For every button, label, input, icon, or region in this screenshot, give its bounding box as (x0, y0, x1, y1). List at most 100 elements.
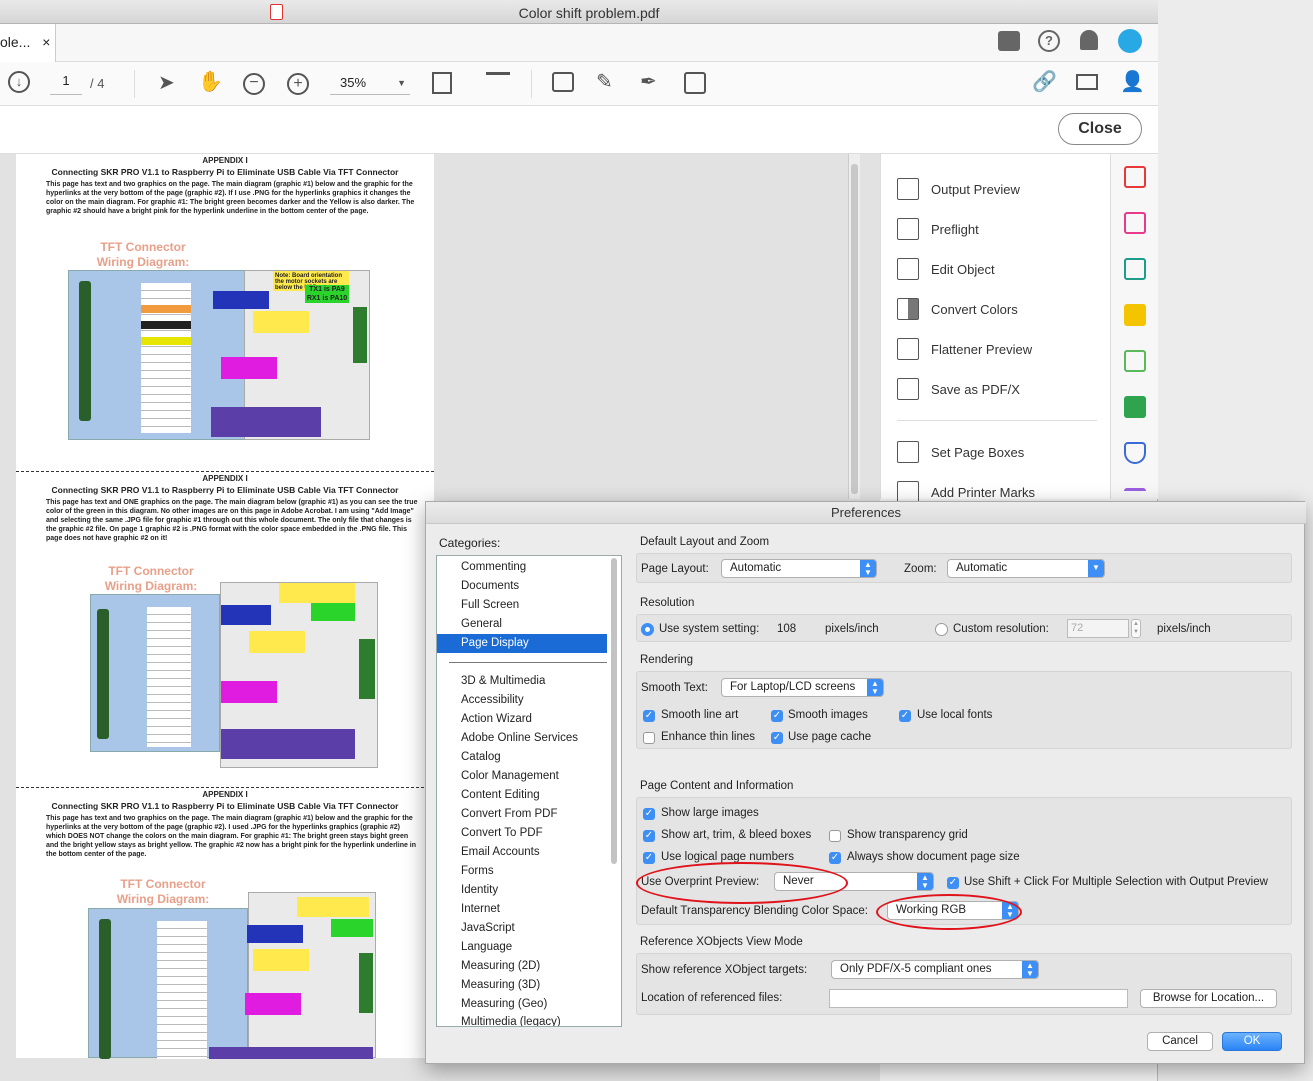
location-input[interactable] (829, 989, 1128, 1008)
category-item[interactable]: Color Management (437, 767, 607, 786)
checkbox-label: Show art, trim, & bleed boxes (661, 829, 812, 841)
xobject-targets-select[interactable]: Only PDF/X-5 compliant ones ▲ ▼ (831, 960, 1039, 979)
zoom-out-icon[interactable]: − (243, 73, 265, 95)
smooth-line-art-checkbox[interactable]: ✓ (643, 710, 655, 722)
document-tab[interactable]: ole... × (0, 24, 56, 62)
zoom-select[interactable]: 35% ▼ (330, 73, 410, 95)
sticky-note-icon[interactable] (552, 72, 574, 92)
show-art-trim-checkbox[interactable]: ✓ (643, 830, 655, 842)
flattener-preview-icon (897, 338, 919, 360)
export-pdf-icon[interactable] (1124, 258, 1146, 280)
category-item[interactable]: Forms (437, 862, 607, 881)
shift-click-checkbox[interactable]: ✓ (947, 877, 959, 889)
flattener-preview-item[interactable]: Flattener Preview (897, 337, 1032, 361)
organize-pages-icon[interactable] (1124, 212, 1146, 234)
document-scrollbar[interactable] (848, 154, 860, 499)
smooth-images-checkbox[interactable]: ✓ (771, 710, 783, 722)
category-item[interactable]: Documents (437, 577, 607, 596)
system-setting-radio[interactable] (641, 623, 654, 636)
checkbox-label: Use page cache (788, 731, 872, 743)
page-layout-select[interactable]: Automatic ▲ ▼ (721, 559, 877, 578)
select-value: Only PDF/X-5 compliant ones (840, 963, 992, 975)
cancel-button[interactable]: Cancel (1147, 1032, 1213, 1051)
highlight-pen-icon[interactable]: ✎ (596, 70, 613, 94)
chevron-down-icon: ▼ (1088, 560, 1104, 577)
edit-object-item[interactable]: Edit Object (897, 257, 995, 281)
resolution-group: Use system setting: 108 pixels/inch Cust… (636, 614, 1292, 642)
protect-shield-icon[interactable] (1124, 442, 1146, 464)
comment-tool-icon[interactable] (1124, 304, 1146, 326)
item-label: Save as PDF/X (931, 381, 1020, 397)
save-pdfx-item[interactable]: Save as PDF/X (897, 377, 1020, 401)
category-item[interactable]: Convert To PDF (437, 824, 607, 843)
email-icon[interactable] (1076, 74, 1098, 90)
category-item[interactable]: Action Wizard (437, 710, 607, 729)
category-item[interactable]: 3D & Multimedia (437, 672, 607, 691)
category-item[interactable]: Measuring (2D) (437, 957, 607, 976)
use-page-cache-checkbox[interactable]: ✓ (771, 732, 783, 744)
comment-icon[interactable] (998, 31, 1020, 51)
next-page-icon[interactable]: ↓ (8, 71, 30, 93)
always-show-page-size-checkbox[interactable]: ✓ (829, 852, 841, 864)
scrollbar-thumb[interactable] (851, 164, 858, 494)
add-user-icon[interactable]: 👤 (1120, 70, 1145, 94)
avatar[interactable] (1118, 29, 1142, 53)
edit-stamp-icon[interactable] (684, 72, 706, 94)
category-item[interactable]: Commenting (437, 558, 607, 577)
close-tool-button[interactable]: Close (1058, 113, 1142, 145)
enhance-thin-lines-checkbox[interactable] (643, 732, 655, 744)
category-item[interactable]: Measuring (Geo) (437, 995, 607, 1014)
categories-scrollbar[interactable] (611, 558, 617, 864)
category-item[interactable]: Adobe Online Services (437, 729, 607, 748)
category-item[interactable]: Accessibility (437, 691, 607, 710)
convert-colors-item[interactable]: Convert Colors (897, 297, 1018, 321)
category-item[interactable]: Language (437, 938, 607, 957)
category-item[interactable]: Email Accounts (437, 843, 607, 862)
hand-tool-icon[interactable]: ✋ (198, 70, 223, 94)
use-logical-page-numbers-checkbox[interactable]: ✓ (643, 852, 655, 864)
categories-list[interactable]: Commenting Documents Full Screen General… (436, 555, 622, 1027)
category-item-selected[interactable]: Page Display (437, 634, 607, 653)
page-number-input[interactable]: 1 (50, 73, 82, 95)
category-item[interactable]: Content Editing (437, 786, 607, 805)
pdf-page: APPENDIX I Connecting SKR PRO V1.1 to Ra… (16, 154, 434, 1059)
category-item[interactable]: Multimedia (legacy) (437, 1014, 607, 1026)
set-page-boxes-item[interactable]: Set Page Boxes (897, 440, 1024, 464)
output-preview-item[interactable]: Output Preview (897, 177, 1020, 201)
zoom-select[interactable]: Automatic ▼ (947, 559, 1105, 578)
link-icon[interactable]: 🔗 (1032, 70, 1057, 94)
annotation-oval (636, 862, 848, 904)
scroll-mode-icon[interactable] (486, 72, 510, 94)
print-production-icon[interactable] (1124, 396, 1146, 418)
category-item[interactable]: Catalog (437, 748, 607, 767)
category-item[interactable]: Full Screen (437, 596, 607, 615)
browse-location-button[interactable]: Browse for Location... (1140, 989, 1277, 1008)
bell-icon[interactable] (1080, 30, 1098, 50)
resolution-stepper[interactable]: ▲ ▼ (1131, 619, 1141, 638)
item-label: Add Printer Marks (931, 484, 1036, 500)
zoom-in-icon[interactable]: + (287, 73, 309, 95)
select-arrow-icon[interactable]: ➤ (158, 71, 175, 95)
fit-page-icon[interactable] (432, 72, 452, 94)
preflight-item[interactable]: Preflight (897, 217, 979, 241)
category-item[interactable]: Internet (437, 900, 607, 919)
show-transparency-grid-checkbox[interactable] (829, 830, 841, 842)
fill-sign-icon[interactable] (1124, 488, 1146, 498)
custom-resolution-input[interactable]: 72 (1067, 619, 1129, 638)
show-large-images-checkbox[interactable]: ✓ (643, 808, 655, 820)
ok-button[interactable]: OK (1222, 1032, 1282, 1051)
category-item[interactable]: General (437, 615, 607, 634)
category-item[interactable]: Convert From PDF (437, 805, 607, 824)
category-item[interactable]: JavaScript (437, 919, 607, 938)
custom-resolution-radio[interactable] (935, 623, 948, 636)
help-icon[interactable]: ? (1038, 30, 1060, 52)
annotation-oval (876, 894, 1022, 930)
smooth-text-select[interactable]: For Laptop/LCD screens ▲ ▼ (721, 678, 884, 697)
create-pdf-icon[interactable] (1124, 166, 1146, 188)
tab-close-icon[interactable]: × (42, 34, 50, 50)
use-local-fonts-checkbox[interactable]: ✓ (899, 710, 911, 722)
compare-icon[interactable] (1124, 350, 1146, 372)
category-item[interactable]: Measuring (3D) (437, 976, 607, 995)
category-item[interactable]: Identity (437, 881, 607, 900)
sign-icon[interactable]: ✒ (640, 70, 657, 94)
